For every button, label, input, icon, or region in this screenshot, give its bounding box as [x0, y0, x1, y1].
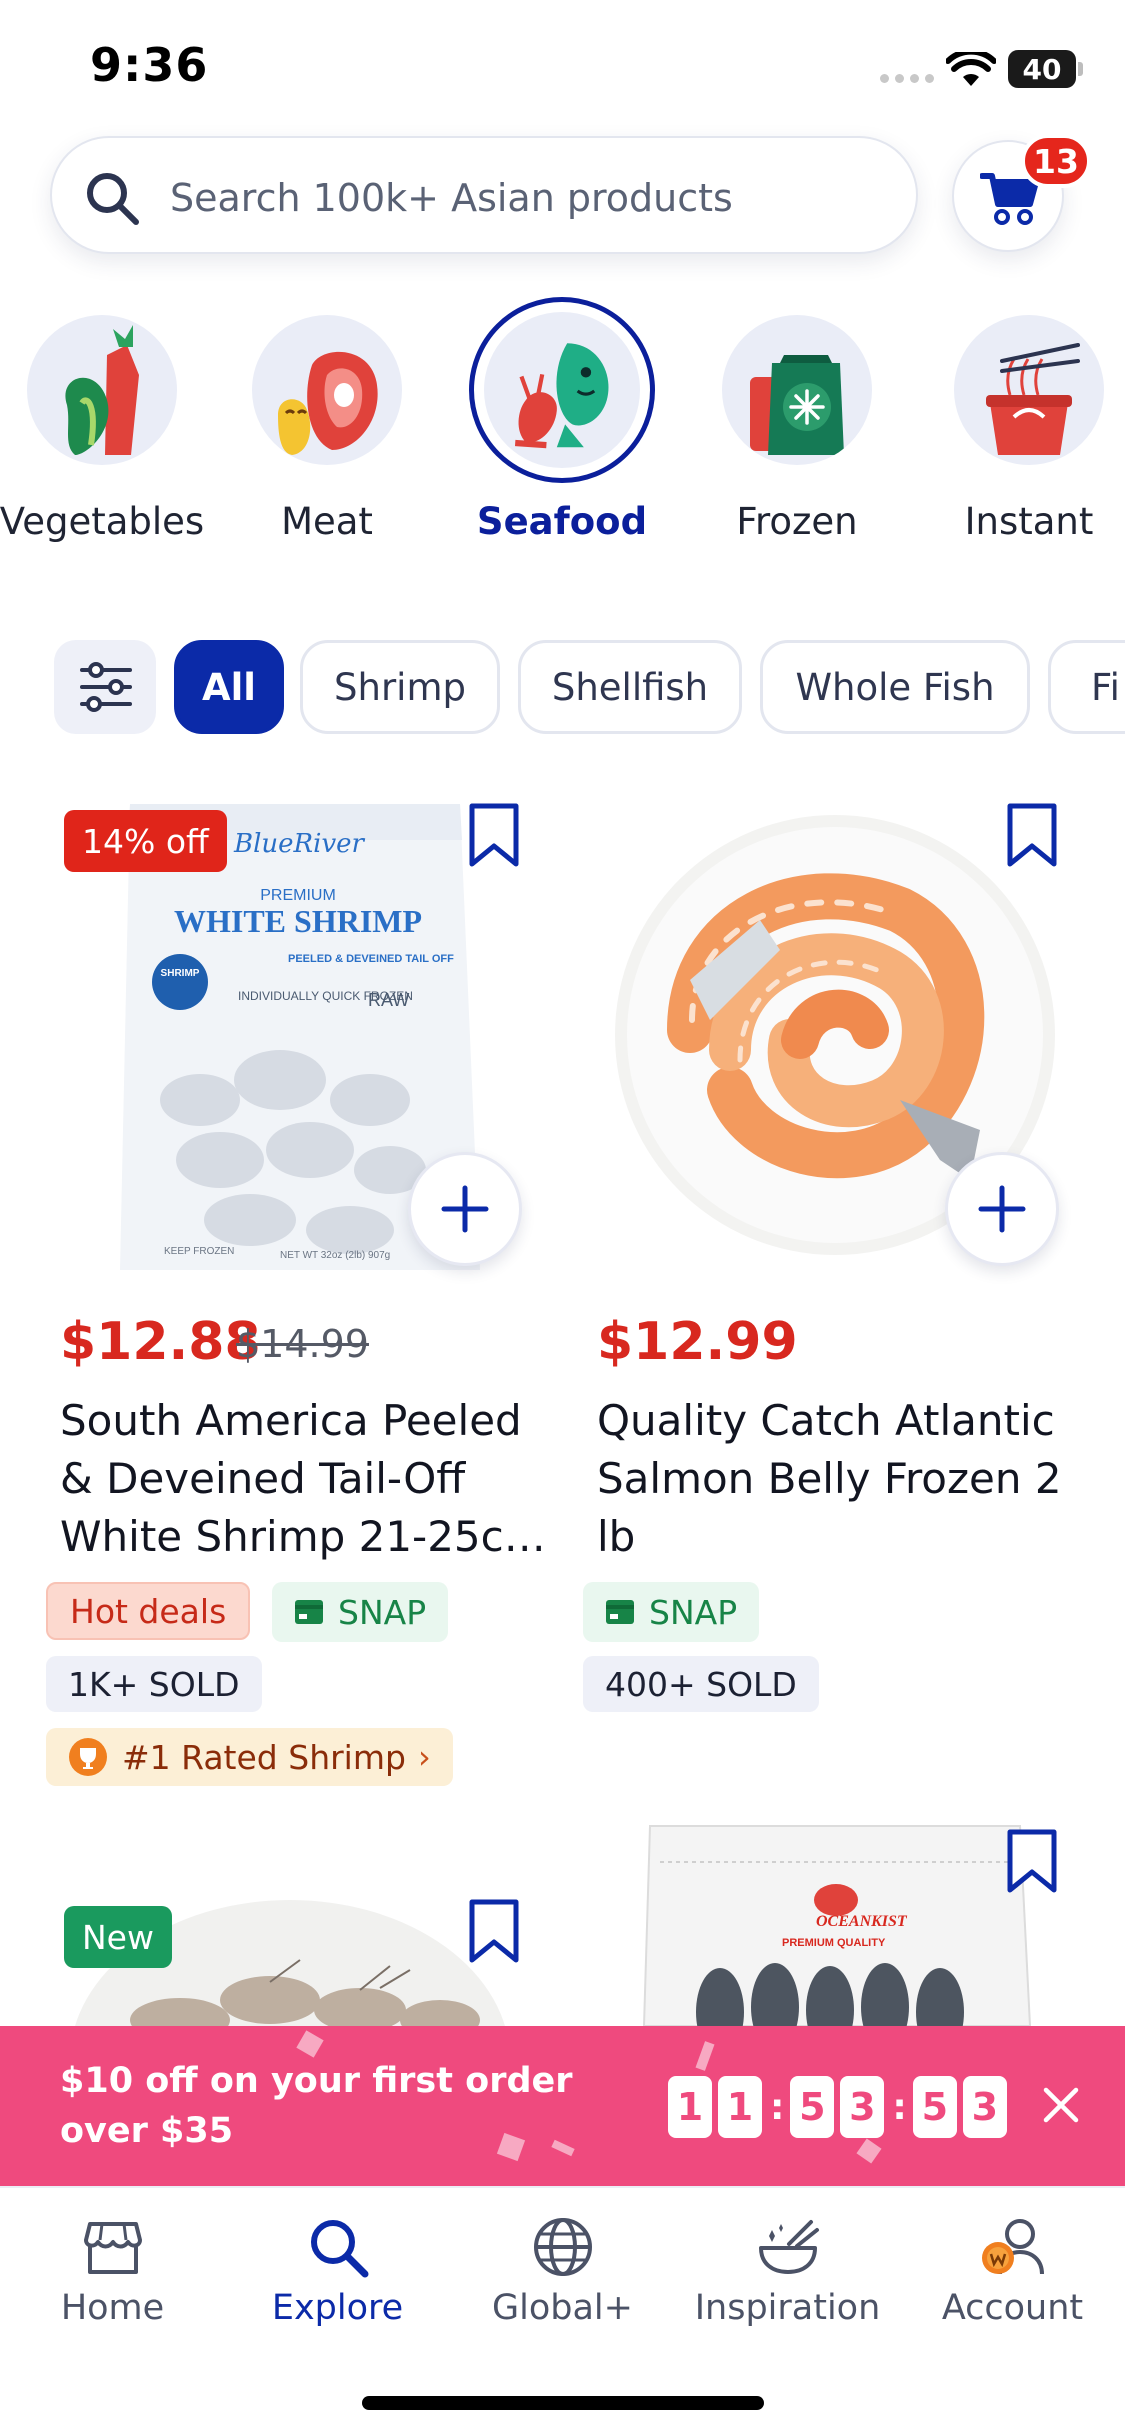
plus-icon	[978, 1185, 1026, 1233]
countdown-digit: 3	[962, 2076, 1007, 2138]
nav-account[interactable]: Account	[900, 2214, 1125, 2344]
hot-deals-tag: Hot deals	[46, 1582, 251, 1640]
instant-noodles-icon	[954, 315, 1104, 465]
home-indicator	[362, 2396, 764, 2410]
status-bar: 9:36 40	[0, 0, 1125, 130]
countdown-digit: 5	[912, 2076, 957, 2138]
frozen-icon	[722, 315, 872, 465]
svg-text:KEEP FROZEN: KEEP FROZEN	[164, 1246, 234, 1257]
cellular-signal-icon	[880, 74, 934, 83]
account-icon	[982, 2219, 1044, 2275]
filter-chip-whole-fish[interactable]: Whole Fish	[760, 640, 1030, 734]
svg-text:SHRIMP: SHRIMP	[161, 968, 200, 979]
sliders-icon	[80, 662, 132, 712]
rated-label: #1 Rated Shrimp	[122, 1737, 406, 1777]
new-badge: New	[64, 1906, 172, 1968]
wifi-icon	[946, 52, 996, 86]
product-title[interactable]: South America Peeled & Deveined Tail-Off…	[60, 1392, 550, 1566]
bookmark-icon[interactable]	[1005, 802, 1059, 868]
svg-text:WHITE SHRIMP: WHITE SHRIMP	[174, 903, 422, 939]
chevron-right-icon: ›	[417, 1738, 431, 1776]
bookmark-icon[interactable]	[467, 802, 521, 868]
countdown-timer: 1 1 : 5 3 : 5 3	[668, 2076, 1013, 2138]
nav-label: Account	[941, 2288, 1084, 2328]
nav-label: Inspiration	[694, 2288, 881, 2328]
category-vegetables[interactable]: Vegetables	[0, 300, 222, 560]
globe-icon	[534, 2218, 592, 2276]
category-instant[interactable]: Instant	[909, 300, 1125, 560]
promo-text: $10 off on your first order over $35	[60, 2061, 573, 2151]
nav-label: Home	[60, 2288, 165, 2328]
vegetables-icon	[27, 315, 177, 465]
cart-count-badge: 13	[1021, 134, 1091, 188]
trophy-icon	[69, 1738, 107, 1776]
bookmark-icon[interactable]	[1005, 1828, 1059, 1894]
nav-label: Explore	[271, 2288, 404, 2328]
nav-home[interactable]: Home	[0, 2214, 225, 2344]
add-to-cart-button[interactable]	[945, 1152, 1059, 1266]
snap-card-icon	[606, 1600, 634, 1624]
seafood-icon	[484, 312, 640, 468]
svg-text:OCEANKIST: OCEANKIST	[816, 1913, 908, 1930]
nav-explore[interactable]: Explore	[225, 2214, 450, 2344]
product-image-oceankist[interactable]: OCEANKIST PREMIUM QUALITY	[600, 1822, 1070, 2026]
product-price: $12.99	[597, 1312, 798, 1372]
countdown-digit: 1	[718, 2076, 762, 2138]
promo-banner[interactable]: $10 off on your first order over $35 1 1…	[0, 2026, 1125, 2186]
bookmark-icon[interactable]	[467, 1898, 521, 1964]
add-to-cart-button[interactable]	[408, 1152, 522, 1266]
bowl-icon	[759, 2220, 819, 2274]
category-seafood[interactable]: Seafood	[442, 297, 682, 560]
snap-label: SNAP	[649, 1592, 738, 1632]
search-placeholder: Search 100k+ Asian products	[170, 176, 733, 220]
storefront-icon	[84, 2222, 142, 2274]
search-input[interactable]: Search 100k+ Asian products	[50, 136, 918, 254]
countdown-digit: 3	[840, 2076, 885, 2138]
category-label: Meat	[281, 500, 373, 543]
nav-label: Global+	[492, 2288, 633, 2328]
svg-text:PREMIUM QUALITY: PREMIUM QUALITY	[782, 1937, 886, 1949]
sold-count-tag: 1K+ SOLD	[46, 1656, 262, 1712]
search-icon	[311, 2220, 369, 2278]
snap-label: SNAP	[338, 1592, 427, 1632]
category-label: Frozen	[736, 500, 858, 543]
filter-settings-button[interactable]	[54, 640, 156, 734]
snap-tag: SNAP	[272, 1582, 449, 1642]
snap-card-icon	[295, 1600, 323, 1624]
product-price: $12.88	[60, 1312, 261, 1372]
countdown-separator: :	[770, 2086, 785, 2128]
close-icon[interactable]	[1038, 2082, 1084, 2128]
discount-badge: 14% off	[64, 810, 227, 872]
battery-tip	[1078, 62, 1083, 76]
svg-text:PEELED & DEVEINED TAIL OFF: PEELED & DEVEINED TAIL OFF	[288, 953, 454, 965]
battery-icon: 40	[1008, 50, 1076, 88]
category-frozen[interactable]: Frozen	[677, 300, 917, 560]
category-label: Seafood	[476, 500, 648, 543]
nav-inspiration[interactable]: Inspiration	[675, 2214, 900, 2344]
filter-chip-all[interactable]: All	[174, 640, 284, 734]
svg-text:PREMIUM: PREMIUM	[260, 887, 336, 904]
search-icon	[87, 173, 139, 225]
category-label: Instant	[964, 500, 1094, 543]
meat-icon	[252, 315, 402, 465]
countdown-digit: 1	[668, 2076, 712, 2138]
filter-chip-shrimp[interactable]: Shrimp	[300, 640, 500, 734]
sold-count-tag: 400+ SOLD	[583, 1656, 819, 1712]
rated-badge[interactable]: #1 Rated Shrimp ›	[46, 1728, 453, 1786]
category-label: Vegetables	[0, 500, 205, 543]
svg-text:NET WT 32oz (2lb) 907g: NET WT 32oz (2lb) 907g	[280, 1250, 390, 1261]
svg-text:BlueRiver: BlueRiver	[233, 829, 366, 859]
plus-icon	[441, 1185, 489, 1233]
svg-text:RAW: RAW	[368, 990, 409, 1010]
category-meat[interactable]: Meat	[207, 300, 447, 560]
countdown-digit: 5	[790, 2076, 835, 2138]
snap-tag: SNAP	[583, 1582, 760, 1642]
product-original-price: $14.99	[236, 1322, 369, 1366]
filter-chip-fish-more[interactable]: Fi	[1048, 640, 1125, 734]
product-title[interactable]: Quality Catch Atlantic Salmon Belly Froz…	[597, 1392, 1087, 1566]
filter-chip-shellfish[interactable]: Shellfish	[518, 640, 742, 734]
status-time: 9:36	[90, 38, 209, 92]
countdown-separator: :	[892, 2086, 907, 2128]
nav-global[interactable]: Global+	[450, 2214, 675, 2344]
